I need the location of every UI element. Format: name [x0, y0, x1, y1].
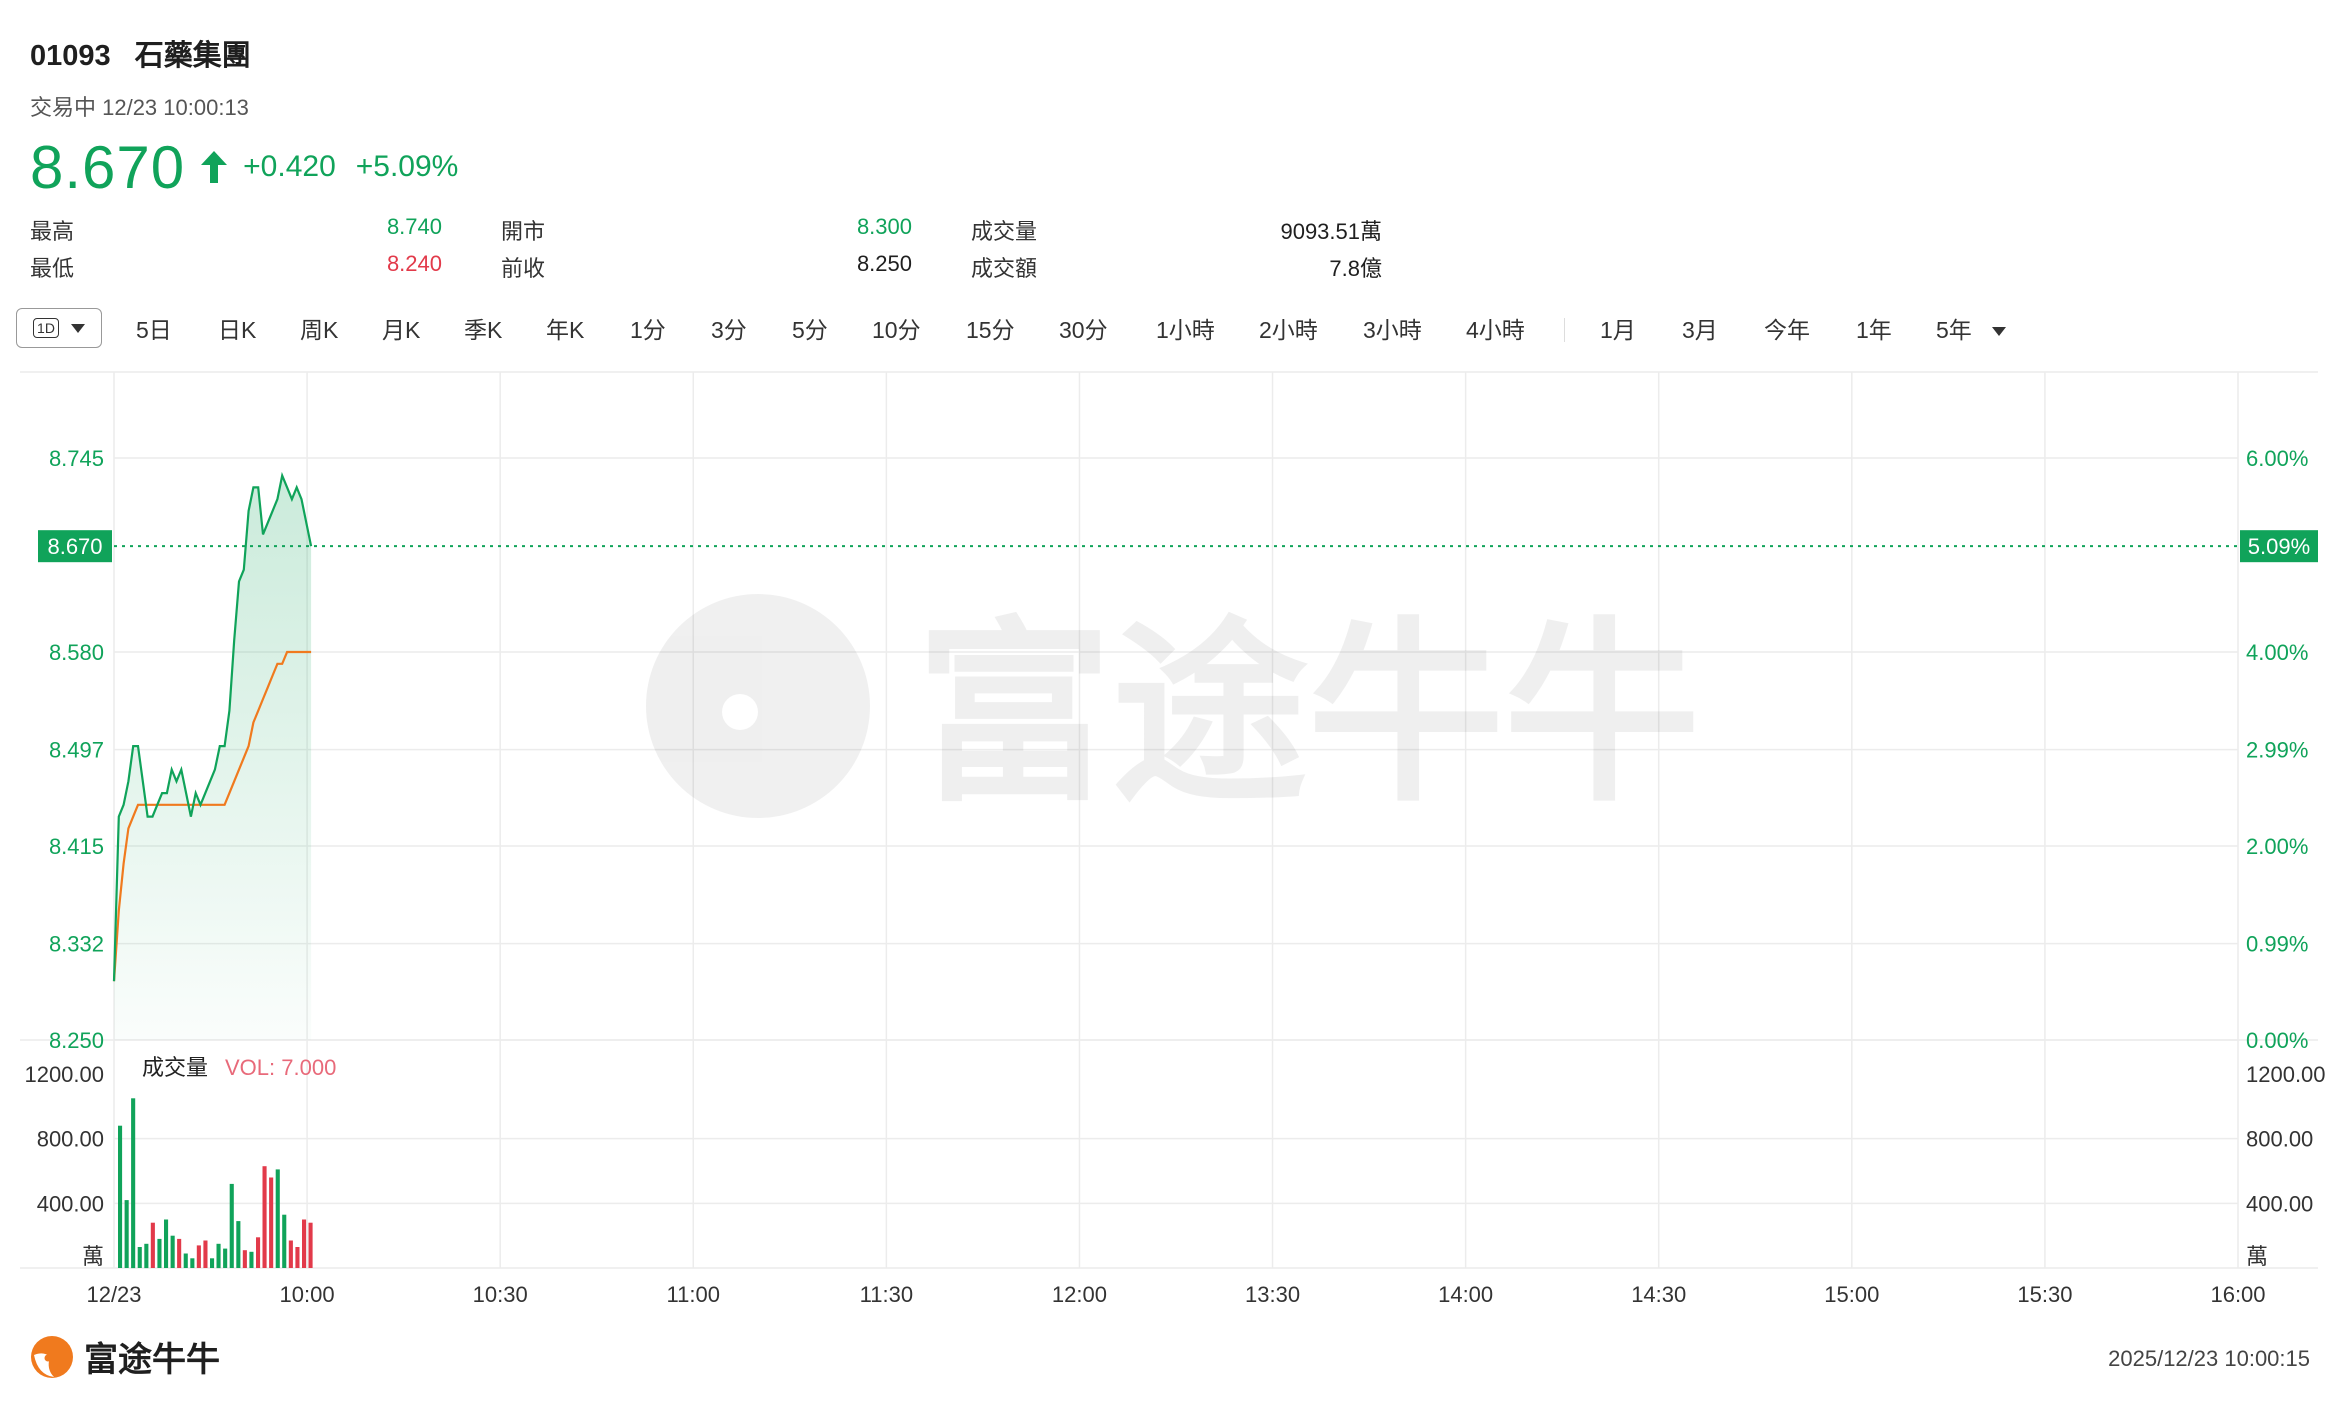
volume-bar: [282, 1214, 287, 1268]
last-price-line: 8.670 5.09%: [38, 530, 2318, 563]
last-price-tag-label: 8.670: [47, 534, 102, 559]
x-tick-label: 11:00: [667, 1282, 720, 1307]
footer-brand: 富途牛牛: [84, 1341, 220, 1379]
volume-bar: [308, 1222, 313, 1268]
volume-bar: [249, 1251, 254, 1268]
x-tick-label: 10:00: [280, 1282, 335, 1307]
volume-title: 成交量: [142, 1055, 208, 1080]
y-tick-label-pct: 2.00%: [2246, 834, 2308, 859]
last-pct-tag-label: 5.09%: [2248, 534, 2310, 559]
volume-bar: [150, 1222, 155, 1268]
volume-bar: [256, 1237, 261, 1268]
volume-bar: [262, 1166, 267, 1268]
volume-bar: [236, 1221, 241, 1268]
vol-unit-label: 萬: [82, 1244, 104, 1269]
volume-bar: [177, 1238, 182, 1268]
x-tick-label: 12:00: [1052, 1282, 1107, 1307]
y-tick-label-pct: 6.00%: [2246, 446, 2308, 471]
x-tick-label: 12/23: [86, 1282, 141, 1307]
volume-bar: [295, 1247, 300, 1268]
volume-bar: [124, 1200, 129, 1268]
vol-tick-label-right: 800.00: [2246, 1127, 2313, 1152]
volume-bar: [190, 1258, 195, 1268]
vol-tick-label-right: 400.00: [2246, 1191, 2313, 1216]
volume-bar: [242, 1250, 247, 1268]
y-tick-label: 8.332: [49, 932, 104, 957]
vol-unit-label-right: 萬: [2246, 1244, 2268, 1269]
volume-bar: [210, 1258, 215, 1268]
volume-bar: [229, 1183, 234, 1268]
x-tick-label: 15:30: [2017, 1282, 2072, 1307]
volume-bar: [275, 1169, 280, 1268]
vol-tick-label: 1200.00: [24, 1062, 104, 1087]
x-tick-label: 11:30: [860, 1282, 913, 1307]
footer-timestamp: 2025/12/23 10:00:15: [2108, 1346, 2310, 1371]
footer-logo: 富途牛牛: [28, 1332, 220, 1381]
vol-tick-label-right: 1200.00: [2246, 1062, 2326, 1087]
volume-bar: [196, 1245, 201, 1268]
volume-bar: [157, 1238, 162, 1268]
volume-bar: [223, 1248, 228, 1268]
x-tick-label: 14:30: [1631, 1282, 1686, 1307]
volume-bar: [131, 1098, 136, 1269]
volume-axis: 1200.00 1200.00 800.00 800.00 400.00 400.00 萬 萬: [24, 1062, 2325, 1269]
volume-bar: [302, 1219, 307, 1268]
y-tick-label: 8.745: [49, 446, 104, 471]
volume-bar: [170, 1235, 175, 1268]
volume-bar: [203, 1240, 208, 1268]
vol-tick-label: 800.00: [37, 1127, 104, 1152]
volume-readout: VOL: 7.000: [225, 1055, 336, 1080]
vol-tick-label: 400.00: [37, 1191, 104, 1216]
y-tick-label-pct: 0.99%: [2246, 932, 2308, 957]
y-tick-label: 8.250: [49, 1028, 104, 1053]
x-tick-label: 15:00: [1824, 1282, 1879, 1307]
watermark-text: 富途牛牛: [916, 605, 1700, 824]
watermark: 富途牛牛: [646, 594, 1700, 824]
volume-bar: [183, 1253, 188, 1268]
volume-bar: [269, 1177, 274, 1268]
y-tick-label: 8.497: [49, 738, 104, 763]
watermark-logo-icon: [646, 594, 870, 818]
x-axis: 12/23 10:00 10:30 11:00 11:30 12:00 13:30 14:00…: [86, 1282, 2265, 1307]
volume-bar: [144, 1243, 149, 1269]
volume-bar: [118, 1125, 123, 1268]
price-area: [114, 475, 312, 1041]
x-tick-label: 13:30: [1245, 1282, 1300, 1307]
volume-bars: [118, 1098, 313, 1269]
volume-bar: [164, 1219, 169, 1268]
y-tick-label-pct: 0.00%: [2246, 1028, 2308, 1053]
x-tick-label: 14:00: [1438, 1282, 1493, 1307]
x-tick-label: 16:00: [2210, 1282, 2265, 1307]
y-tick-label-pct: 4.00%: [2246, 640, 2308, 665]
futu-logo-icon: [31, 1335, 73, 1378]
y-tick-label-pct: 2.99%: [2246, 738, 2308, 763]
price-area-fill: [114, 475, 312, 1041]
volume-bar: [216, 1243, 221, 1269]
y-tick-label: 8.580: [49, 640, 104, 665]
watermark-logo-eye: [722, 694, 758, 730]
y-tick-label: 8.415: [49, 834, 104, 859]
x-tick-label: 10:30: [473, 1282, 528, 1307]
volume-bar: [137, 1247, 142, 1268]
volume-bar: [288, 1240, 293, 1268]
intraday-chart[interactable]: 富途牛牛 8.670 5.09% 8.745 8.580 8.497 8.415 8.33…: [0, 0, 2340, 1320]
